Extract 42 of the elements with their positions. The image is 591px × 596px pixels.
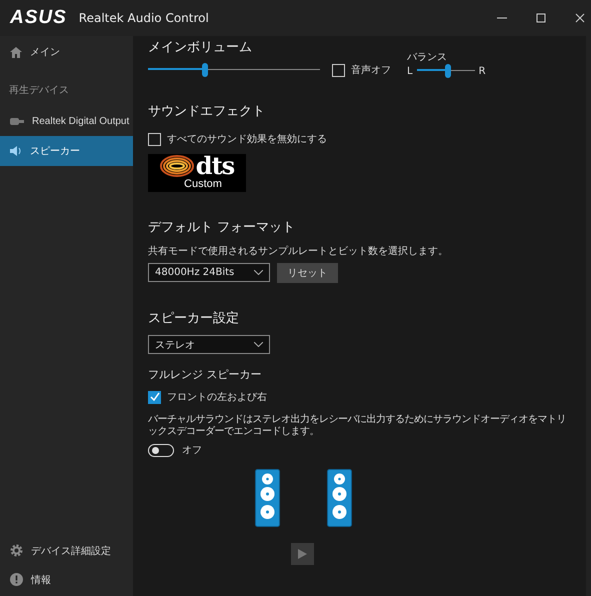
- left-label: L: [407, 66, 413, 76]
- chevron-down-icon: [254, 270, 263, 275]
- mute-checkbox[interactable]: 音声オフ: [332, 63, 391, 77]
- chevron-down-icon: [254, 342, 263, 347]
- speaker-icon: [255, 469, 280, 527]
- speaker-icon: [10, 146, 22, 156]
- close-icon[interactable]: [575, 13, 585, 23]
- logo: ASUS: [10, 7, 67, 29]
- toggle-label: オフ: [182, 444, 202, 457]
- dts-logo: dts Custom: [148, 154, 246, 192]
- balance-label: バランス: [407, 51, 448, 64]
- play-icon: [298, 549, 307, 559]
- section-title: スピーカー設定: [148, 310, 239, 327]
- section-title: デフォルト フォーマット: [148, 219, 296, 236]
- section-header: 再生デバイス: [8, 84, 70, 98]
- gear-icon: [10, 544, 23, 557]
- speaker-icon: [327, 469, 352, 527]
- virtual-surround-description: バーチャルサラウンドはステレオ出力をレシーバに出力するためにサラウンドオーディオをマトリックスデコーダーでエンコードします。: [148, 414, 567, 438]
- sidebar-item[interactable]: デバイス詳細設定: [0, 536, 133, 565]
- check-icon: [150, 392, 160, 402]
- subsection-title: フルレンジ スピーカー: [148, 367, 262, 382]
- format-description: 共有モードで使用されるサンプルレートとビット数を選択します。: [148, 244, 448, 258]
- sidebar-item[interactable]: 情報: [0, 565, 133, 594]
- home-icon: [10, 46, 22, 58]
- toggle-switch[interactable]: [148, 444, 174, 456]
- volume-slider[interactable]: [148, 63, 320, 77]
- balance-slider[interactable]: [416, 64, 475, 78]
- reset-button[interactable]: リセット: [277, 263, 338, 283]
- sidebar-item[interactable]: スピーカー: [0, 136, 133, 166]
- format-dropdown[interactable]: 48000Hz 24Bits: [148, 263, 270, 282]
- window-title: Realtek Audio Control: [78, 11, 209, 25]
- disable-effects-checkbox[interactable]: すべてのサウンド効果を無効にする: [148, 132, 327, 146]
- plug-icon: [10, 118, 24, 124]
- maximize-icon[interactable]: [536, 13, 546, 23]
- section-title: メインボリューム: [148, 39, 252, 56]
- right-label: R: [478, 66, 486, 76]
- sidebar-item[interactable]: メイン: [0, 37, 133, 67]
- sidebar-item[interactable]: Realtek Digital Output: [0, 106, 133, 136]
- section-title: サウンドエフェクト: [148, 103, 265, 120]
- info-icon: [10, 573, 23, 586]
- front-speakers-checkbox[interactable]: フロントの左および右: [148, 390, 267, 404]
- speaker-config-dropdown[interactable]: ステレオ: [148, 335, 270, 354]
